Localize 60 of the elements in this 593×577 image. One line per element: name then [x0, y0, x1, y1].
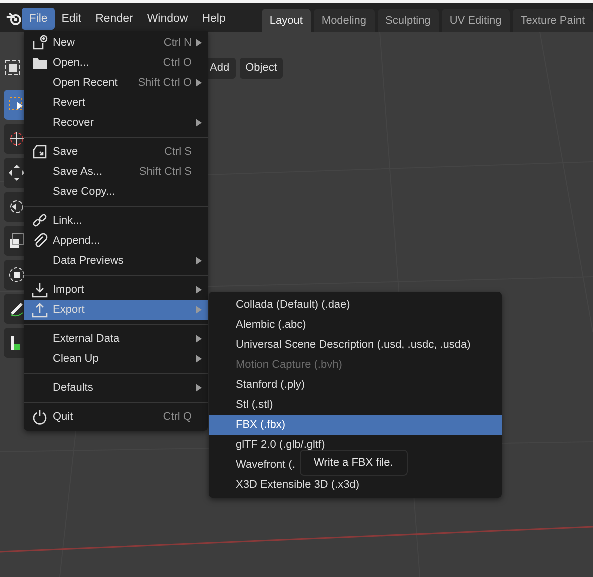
save-icon: [32, 144, 48, 160]
menu-item[interactable]: Save As... Shift Ctrl S: [24, 162, 208, 182]
menu-item[interactable]: Data Previews: [24, 251, 208, 271]
menu-item[interactable]: Revert: [24, 93, 208, 113]
menu-item[interactable]: Save Copy...: [24, 182, 208, 202]
workspace-tab[interactable]: Layout: [262, 9, 311, 32]
submenu-arrow-icon: [196, 39, 202, 47]
menu-button[interactable]: Render: [88, 8, 140, 30]
menu-item[interactable]: Export: [24, 300, 208, 320]
move-icon: [8, 164, 26, 182]
menu-button[interactable]: File: [22, 8, 55, 30]
menu-item[interactable]: Import: [24, 280, 208, 300]
menu-item[interactable]: Defaults: [24, 378, 208, 398]
power-icon: [32, 409, 48, 425]
transform-icon: [8, 266, 26, 284]
menu-item[interactable]: New Ctrl N: [24, 33, 208, 53]
submenu-arrow-icon: [196, 79, 202, 87]
workspace-tab[interactable]: UV Editing: [442, 9, 510, 32]
menu-item[interactable]: Stl (.stl): [209, 395, 280, 415]
menu-item[interactable]: Quit Ctrl Q: [24, 407, 208, 427]
import-icon: [32, 282, 48, 298]
menu-item[interactable]: Wavefront (.: [209, 455, 302, 475]
menu-button[interactable]: Help: [195, 8, 233, 30]
select-mode-icon[interactable]: [4, 59, 22, 77]
folder-icon: [32, 55, 48, 71]
menu-item[interactable]: X3D Extensible 3D (.x3d): [209, 475, 366, 495]
menu-item[interactable]: FBX (.fbx): [209, 415, 292, 435]
menu-item[interactable]: Alembic (.abc): [209, 315, 312, 335]
new-file-icon: [32, 35, 48, 51]
menu-item[interactable]: Save Ctrl S: [24, 142, 208, 162]
menu-item[interactable]: Stanford (.ply): [209, 375, 312, 395]
workspace-tab[interactable]: Modeling: [314, 9, 375, 32]
submenu-arrow-icon: [196, 257, 202, 265]
menu-item[interactable]: Clean Up: [24, 349, 208, 369]
export-icon: [32, 302, 48, 318]
submenu-arrow-icon: [196, 335, 202, 343]
pencil-icon: [8, 300, 26, 318]
submenu-arrow-icon: [196, 384, 202, 392]
submenu-arrow-icon: [196, 355, 202, 363]
menu-item[interactable]: External Data: [24, 329, 208, 349]
logo-icon[interactable]: [6, 10, 22, 26]
menu-button[interactable]: Window: [140, 8, 196, 30]
rotate-icon: [8, 198, 26, 216]
menu-item[interactable]: Append...: [24, 231, 208, 251]
paperclip-icon: [32, 233, 48, 249]
header-menu-button[interactable]: Object: [240, 58, 284, 78]
menu-item[interactable]: Link...: [24, 211, 208, 231]
submenu-arrow-icon: [196, 119, 202, 127]
menu-button[interactable]: Edit: [54, 8, 89, 30]
tooltip: Write a FBX file.: [300, 450, 408, 476]
workspace-tab[interactable]: Texture Paint: [512, 9, 593, 32]
menu-item[interactable]: Recover: [24, 113, 208, 133]
menu-item[interactable]: Collada (Default) (.dae): [209, 295, 356, 315]
link-icon: [32, 213, 48, 229]
scale-icon: [8, 232, 26, 250]
submenu-arrow-icon: [196, 286, 202, 294]
submenu-arrow-icon: [196, 306, 202, 314]
menu-item[interactable]: Universal Scene Description (.usd, .usdc, .usda): [209, 335, 477, 355]
cursor-icon: [8, 130, 26, 148]
workspace-tab[interactable]: Sculpting: [378, 9, 439, 32]
